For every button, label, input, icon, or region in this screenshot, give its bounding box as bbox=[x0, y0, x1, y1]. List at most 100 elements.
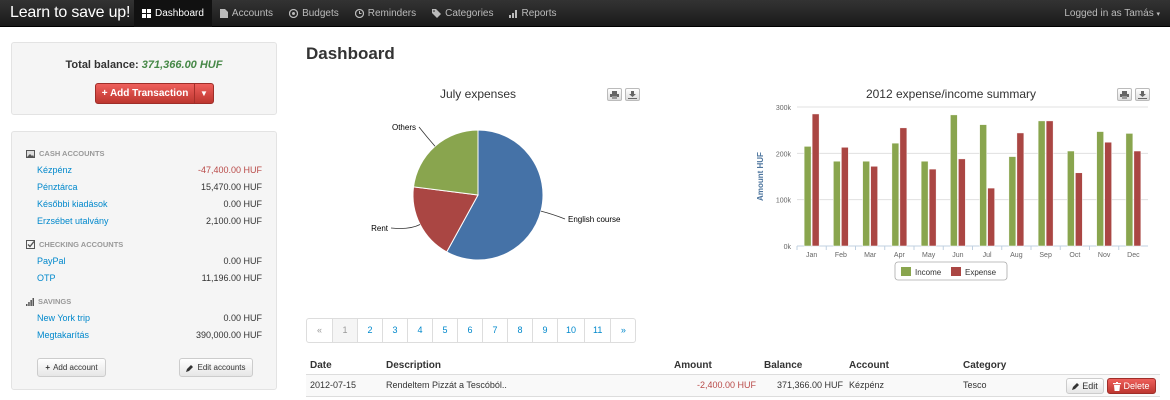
account-row[interactable]: Megtakarítás 390,000.00 HUF bbox=[37, 330, 262, 340]
row-date: 2012-07-15 bbox=[310, 380, 357, 390]
nav-accounts[interactable]: Accounts bbox=[212, 0, 281, 27]
page-next[interactable]: » bbox=[610, 319, 635, 342]
nav-accounts-label: Accounts bbox=[231, 8, 274, 19]
account-row[interactable]: PayPal 0.00 HUF bbox=[37, 256, 262, 266]
account-row[interactable]: New York trip 0.00 HUF bbox=[37, 313, 262, 323]
y-tick-label: 0k bbox=[784, 244, 792, 251]
print-button[interactable] bbox=[607, 88, 622, 101]
bar-chart-title: 2012 expense/income summary bbox=[865, 87, 1037, 101]
account-row[interactable]: Későbbi kiadások 0.00 HUF bbox=[37, 199, 262, 209]
income-bar[interactable] bbox=[1067, 150, 1075, 247]
page-link[interactable]: 10 bbox=[557, 319, 584, 342]
expense-bar[interactable] bbox=[1045, 120, 1054, 247]
page-link[interactable]: 2 bbox=[357, 319, 382, 342]
col-balance[interactable]: Balance bbox=[764, 360, 802, 371]
income-bar[interactable] bbox=[1008, 156, 1017, 247]
add-transaction-main[interactable]: + Add Transaction bbox=[96, 84, 195, 103]
col-account[interactable]: Account bbox=[849, 360, 889, 371]
page-link[interactable]: 5 bbox=[432, 319, 457, 342]
row-account: Kézpénz bbox=[849, 380, 885, 390]
account-name[interactable]: OTP bbox=[37, 273, 56, 283]
export-button[interactable] bbox=[625, 88, 640, 101]
nav-reports[interactable]: Reports bbox=[501, 0, 564, 27]
legend-swatch[interactable] bbox=[951, 267, 961, 276]
col-date[interactable]: Date bbox=[310, 360, 332, 371]
nav-reminders[interactable]: Reminders bbox=[347, 0, 424, 27]
user-menu[interactable]: Logged in as Tamás ▾ bbox=[1064, 8, 1160, 19]
nav-budgets[interactable]: Budgets bbox=[281, 0, 347, 27]
page-link[interactable]: 11 bbox=[584, 319, 610, 342]
edit-button[interactable]: Edit bbox=[1066, 378, 1104, 394]
account-name[interactable]: Későbbi kiadások bbox=[37, 199, 108, 209]
income-bar[interactable] bbox=[979, 124, 987, 247]
legend-swatch[interactable] bbox=[901, 267, 911, 276]
income-bar[interactable] bbox=[1096, 131, 1104, 247]
expense-bar[interactable] bbox=[1016, 132, 1025, 247]
page-link[interactable]: 4 bbox=[407, 319, 432, 342]
col-category[interactable]: Category bbox=[963, 360, 1006, 371]
section-checking-accounts: CHECKING ACCOUNTS bbox=[26, 240, 123, 249]
expense-bar[interactable] bbox=[899, 127, 908, 247]
edit-accounts-button[interactable]: Edit accounts bbox=[179, 358, 253, 377]
nav-categories[interactable]: Categories bbox=[424, 0, 501, 27]
income-bar[interactable] bbox=[1037, 120, 1046, 247]
account-name[interactable]: Megtakarítás bbox=[37, 330, 89, 340]
page-link[interactable]: 3 bbox=[382, 319, 407, 342]
expense-bar[interactable] bbox=[1104, 141, 1112, 247]
expense-bar[interactable] bbox=[987, 187, 995, 247]
check-icon bbox=[26, 240, 35, 249]
account-balance: 390,000.00 HUF bbox=[195, 330, 262, 340]
income-bar[interactable] bbox=[950, 114, 958, 247]
download-icon bbox=[628, 90, 637, 99]
expense-bar[interactable] bbox=[811, 113, 820, 247]
account-name[interactable]: PayPal bbox=[37, 256, 66, 266]
account-row[interactable]: OTP 11,196.00 HUF bbox=[37, 273, 262, 283]
expense-bar[interactable] bbox=[841, 147, 849, 247]
col-amount[interactable]: Amount bbox=[674, 360, 712, 371]
signal-icon bbox=[26, 297, 34, 306]
pie-slice[interactable] bbox=[412, 129, 479, 196]
income-bar[interactable] bbox=[920, 160, 929, 247]
account-row[interactable]: Pénztárca 15,470.00 HUF bbox=[37, 182, 262, 192]
nav-dashboard[interactable]: Dashboard bbox=[134, 0, 212, 27]
legend-label[interactable]: Income bbox=[915, 268, 942, 277]
expense-bar[interactable] bbox=[1133, 150, 1142, 247]
table-row[interactable]: 2012-07-15 Rendeltem Pizzát a Tescóból..… bbox=[306, 375, 1160, 397]
income-bar[interactable] bbox=[891, 142, 900, 247]
add-transaction-button[interactable]: + Add Transaction ▼ bbox=[95, 83, 214, 104]
account-name[interactable]: Erzsébet utalvány bbox=[37, 216, 109, 226]
expense-bar[interactable] bbox=[1075, 172, 1083, 247]
account-row[interactable]: Kézpénz -47,400.00 HUF bbox=[37, 165, 262, 175]
legend-label[interactable]: Expense bbox=[965, 268, 997, 277]
page-prev[interactable]: « bbox=[307, 319, 332, 342]
app-brand[interactable]: Learn to save up! bbox=[10, 4, 130, 22]
x-tick-label: Nov bbox=[1098, 252, 1111, 259]
top-navbar: Learn to save up! Dashboard Accounts Bud… bbox=[0, 0, 1170, 27]
page-link[interactable]: 8 bbox=[507, 319, 532, 342]
account-name[interactable]: New York trip bbox=[37, 313, 90, 323]
caret-down-icon[interactable]: ▼ bbox=[195, 89, 213, 98]
page-link[interactable]: 7 bbox=[482, 319, 507, 342]
expense-bar[interactable] bbox=[958, 158, 966, 247]
account-balance: 0.00 HUF bbox=[223, 313, 262, 323]
income-bar[interactable] bbox=[803, 146, 812, 247]
edit-accounts-label: Edit accounts bbox=[197, 363, 246, 372]
account-name[interactable]: Kézpénz bbox=[37, 165, 72, 175]
income-bar[interactable] bbox=[833, 160, 841, 247]
expense-bar[interactable] bbox=[928, 168, 937, 247]
page-link[interactable]: 9 bbox=[532, 319, 557, 342]
y-tick-label: 200k bbox=[776, 151, 792, 158]
page-link[interactable]: 6 bbox=[457, 319, 482, 342]
col-description[interactable]: Description bbox=[386, 360, 441, 371]
pie-connector bbox=[540, 210, 566, 220]
income-bar[interactable] bbox=[1125, 133, 1134, 247]
y-tick-label: 100k bbox=[776, 198, 792, 205]
account-row[interactable]: Erzsébet utalvány 2,100.00 HUF bbox=[37, 216, 262, 226]
account-name[interactable]: Pénztárca bbox=[37, 182, 78, 192]
page-link[interactable]: 1 bbox=[332, 319, 357, 342]
y-axis-title: Amount HUF bbox=[756, 152, 765, 201]
income-bar[interactable] bbox=[862, 160, 870, 247]
expense-bar[interactable] bbox=[870, 166, 878, 247]
delete-button[interactable]: Delete bbox=[1107, 378, 1156, 394]
add-account-button[interactable]: + Add account bbox=[37, 358, 106, 377]
